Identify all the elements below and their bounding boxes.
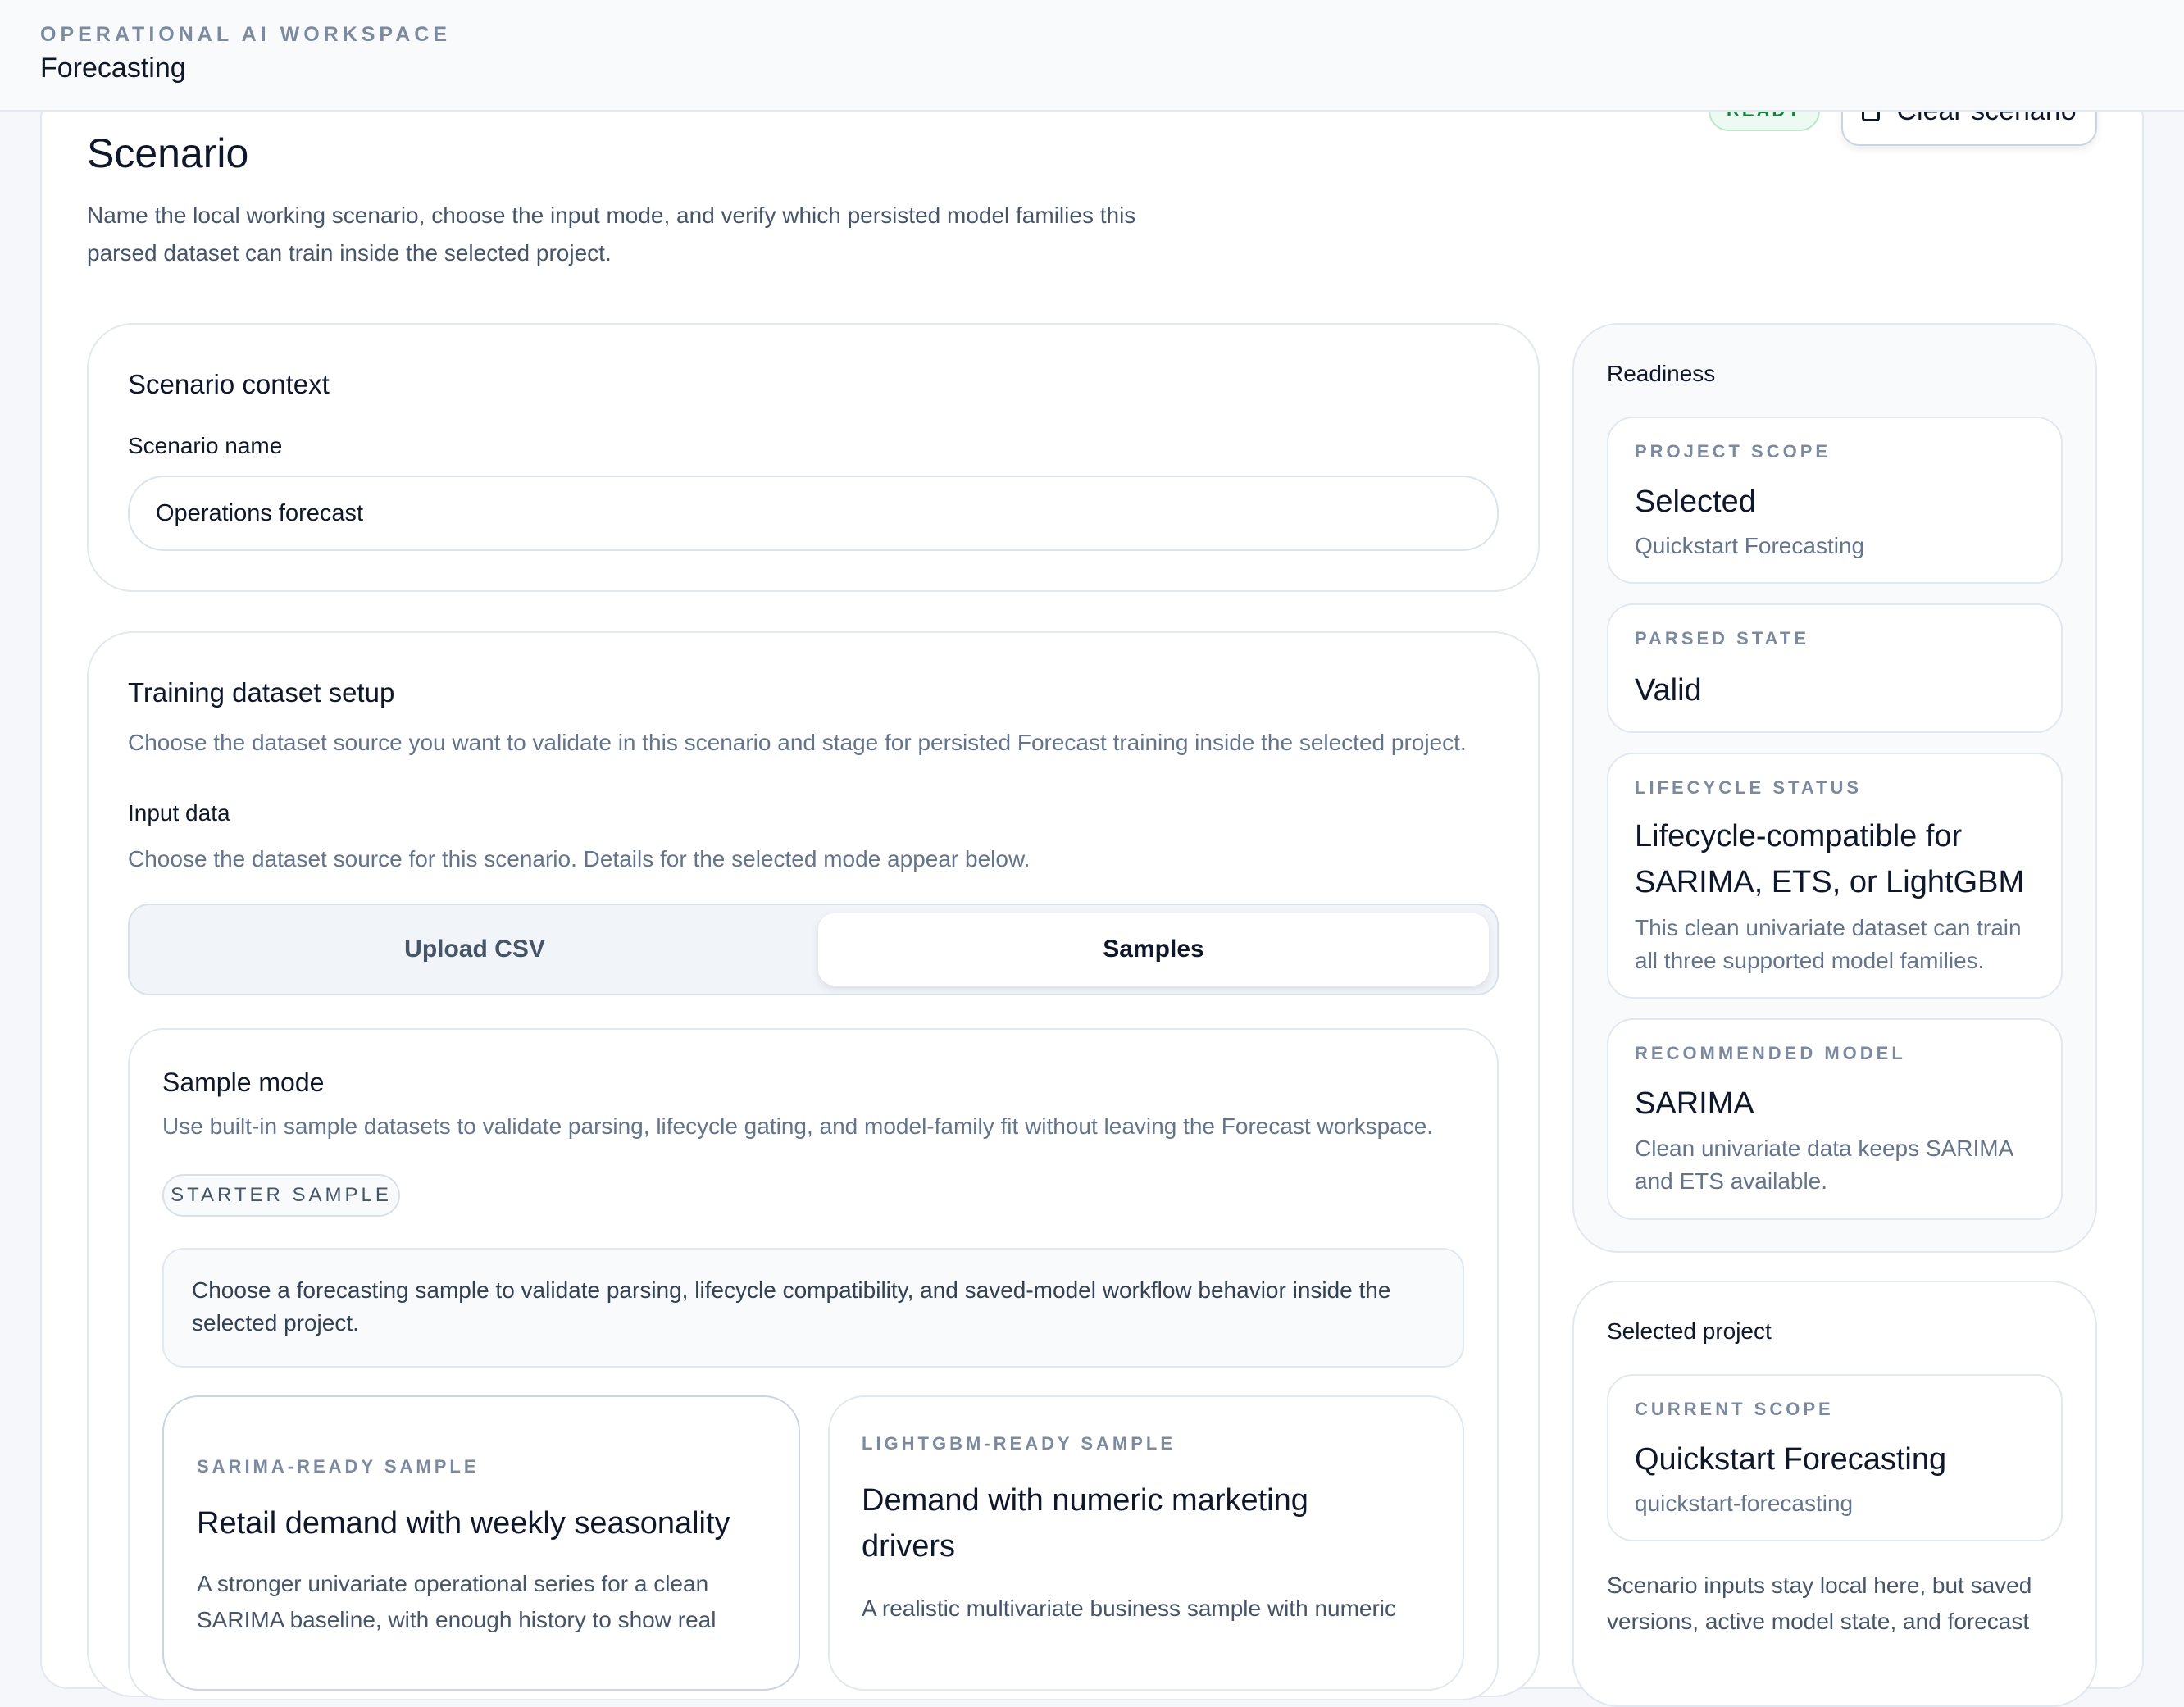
sample-mode-note: Choose a forecasting sample to validate … <box>162 1248 1464 1368</box>
selected-project-title: Selected project <box>1607 1318 1772 1344</box>
readiness-eyebrow: LIFECYCLE STATUS <box>1635 777 1863 798</box>
readiness-value: Valid <box>1635 673 1702 708</box>
readiness-detail: Quickstart Forecasting <box>1635 533 1865 558</box>
selected-project-note: Scenario inputs stay local here, but sav… <box>1607 1573 2032 1634</box>
sample-card-eyebrow: LIGHTGBM-READY SAMPLE <box>862 1433 1176 1454</box>
readiness-value: Selected <box>1635 485 1756 519</box>
scenario-description: Name the local working scenario, choose … <box>87 203 1136 266</box>
readiness-value: Lifecycle-compatible for SARIMA, ETS, or… <box>1635 819 2025 899</box>
current-scope-slug: quickstart-forecasting <box>1635 1491 1854 1516</box>
readiness-eyebrow: PROJECT SCOPE <box>1635 441 1831 462</box>
workspace-title: Forecasting <box>40 52 186 84</box>
readiness-detail: Clean univariate data keeps SARIMA and E… <box>1635 1136 2013 1194</box>
training-dataset-title: Training dataset setup <box>128 677 395 708</box>
readiness-eyebrow: RECOMMENDED MODEL <box>1635 1043 1906 1063</box>
scenario-context-card <box>87 323 1540 592</box>
tab-samples[interactable]: Samples <box>818 913 1489 986</box>
sample-card-eyebrow: SARIMA-READY SAMPLE <box>197 1456 480 1477</box>
sample-mode-description: Use built-in sample datasets to validate… <box>162 1113 1434 1139</box>
sample-card-title: Retail demand with weekly seasonality <box>197 1506 730 1541</box>
scenario-name-input[interactable]: Operations forecast <box>128 476 1499 551</box>
sample-card-body: A stronger univariate operational series… <box>197 1571 717 1632</box>
readiness-eyebrow: PARSED STATE <box>1635 628 1810 649</box>
input-mode-toggle: Upload CSV Samples <box>128 904 1499 995</box>
input-data-label: Input data <box>128 800 230 826</box>
tab-upload-csv[interactable]: Upload CSV <box>138 913 812 986</box>
workspace-eyebrow: OPERATIONAL AI WORKSPACE <box>40 23 452 46</box>
sample-card-body: A realistic multivariate business sample… <box>862 1595 1397 1621</box>
sample-card-title: Demand with numeric marketing drivers <box>862 1483 1308 1564</box>
training-dataset-description: Choose the dataset source you want to va… <box>128 730 1467 755</box>
readiness-title: Readiness <box>1607 361 1716 386</box>
current-scope-name: Quickstart Forecasting <box>1635 1442 1947 1477</box>
starter-sample-pill: STARTER SAMPLE <box>162 1174 400 1217</box>
current-scope-eyebrow: CURRENT SCOPE <box>1635 1399 1834 1419</box>
scenario-name-label: Scenario name <box>128 433 283 458</box>
sample-mode-title: Sample mode <box>162 1067 325 1097</box>
input-data-help: Choose the dataset source for this scena… <box>128 846 1031 872</box>
readiness-detail: This clean univariate dataset can train … <box>1635 915 2022 973</box>
readiness-value: SARIMA <box>1635 1086 1754 1121</box>
page-title: Scenario <box>87 130 249 176</box>
top-bar: OPERATIONAL AI WORKSPACE Forecasting <box>0 0 2184 112</box>
scenario-context-title: Scenario context <box>128 369 330 399</box>
